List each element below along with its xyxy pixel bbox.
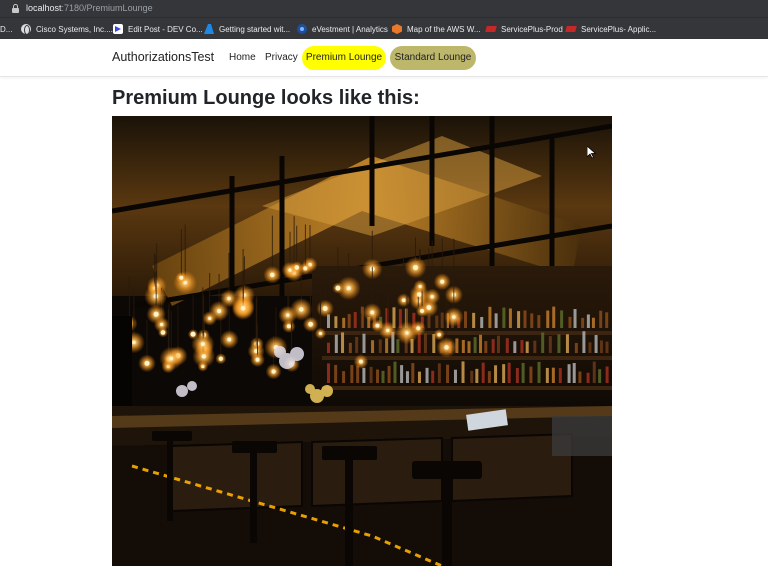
page-title: Premium Lounge looks like this:	[112, 87, 420, 109]
nav-privacy-link[interactable]: Privacy	[265, 52, 298, 63]
url-host: localhost	[26, 3, 62, 13]
lounge-photo	[112, 116, 612, 566]
bookmark-label: Cisco Systems, Inc....	[36, 24, 113, 34]
address-bar[interactable]: localhost:7180/PremiumLounge	[0, 0, 768, 17]
bookmarks-bar: D... Cisco Systems, Inc.... Edit Post - …	[0, 17, 768, 39]
aws-icon	[392, 24, 402, 34]
site-navbar: AuthorizationsTest Home Privacy Premium …	[0, 39, 768, 77]
bookmark-label: Edit Post - DEV Co...	[128, 24, 203, 34]
nav-home-link[interactable]: Home	[229, 52, 256, 63]
bookmark-label: Getting started wit...	[219, 24, 291, 34]
bookmark-label: eVestment | Analytics	[312, 24, 388, 34]
mouse-cursor-icon	[587, 146, 596, 159]
brand-link[interactable]: AuthorizationsTest	[112, 50, 214, 64]
url-path: :7180/PremiumLounge	[61, 3, 153, 13]
bookmark-evestment[interactable]: eVestment | Analytics	[297, 18, 388, 40]
nav-standard-lounge-button[interactable]: Standard Lounge	[390, 46, 476, 70]
bookmark-azure[interactable]: Getting started wit...	[204, 18, 290, 40]
azure-icon	[204, 24, 214, 34]
bookmark-aws[interactable]: Map of the AWS W...	[392, 18, 481, 40]
serviceplus-icon	[566, 24, 576, 34]
dev-icon	[113, 24, 123, 34]
globe-icon	[21, 24, 31, 35]
bookmark-label: ServicePlus-Prod	[501, 24, 563, 34]
serviceplus-icon	[486, 24, 496, 34]
bookmark-label: ServicePlus- Applic...	[581, 24, 657, 34]
nav-premium-lounge-button[interactable]: Premium Lounge	[302, 46, 386, 70]
bookmark-dev[interactable]: Edit Post - DEV Co...	[113, 18, 203, 40]
bookmark-label: D...	[0, 24, 13, 34]
lock-icon[interactable]	[12, 4, 19, 13]
evestment-icon	[297, 24, 307, 34]
bookmark-item[interactable]: D...	[0, 18, 12, 40]
bookmark-serviceplus-applic[interactable]: ServicePlus- Applic...	[566, 18, 656, 40]
bookmark-cisco[interactable]: Cisco Systems, Inc....	[21, 18, 113, 40]
bookmark-serviceplus-prod[interactable]: ServicePlus-Prod	[486, 18, 563, 40]
bookmark-label: Map of the AWS W...	[407, 24, 481, 34]
url-text[interactable]: localhost:7180/PremiumLounge	[26, 2, 153, 14]
